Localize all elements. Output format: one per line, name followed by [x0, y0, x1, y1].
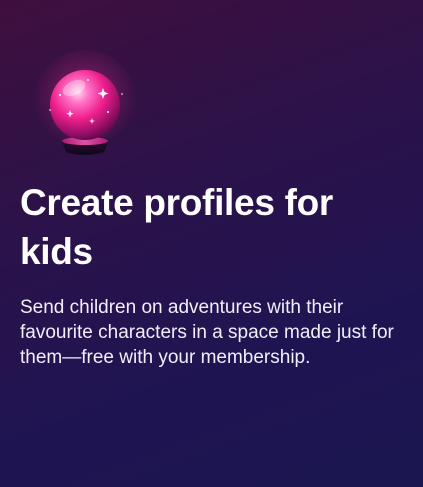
card-description: Send children on adventures with their f… — [20, 297, 394, 368]
crystal-ball-icon — [30, 50, 140, 160]
card-title: Create profiles for kids — [20, 182, 333, 272]
kids-profile-card: Create profiles for kids Send children o… — [0, 0, 423, 487]
